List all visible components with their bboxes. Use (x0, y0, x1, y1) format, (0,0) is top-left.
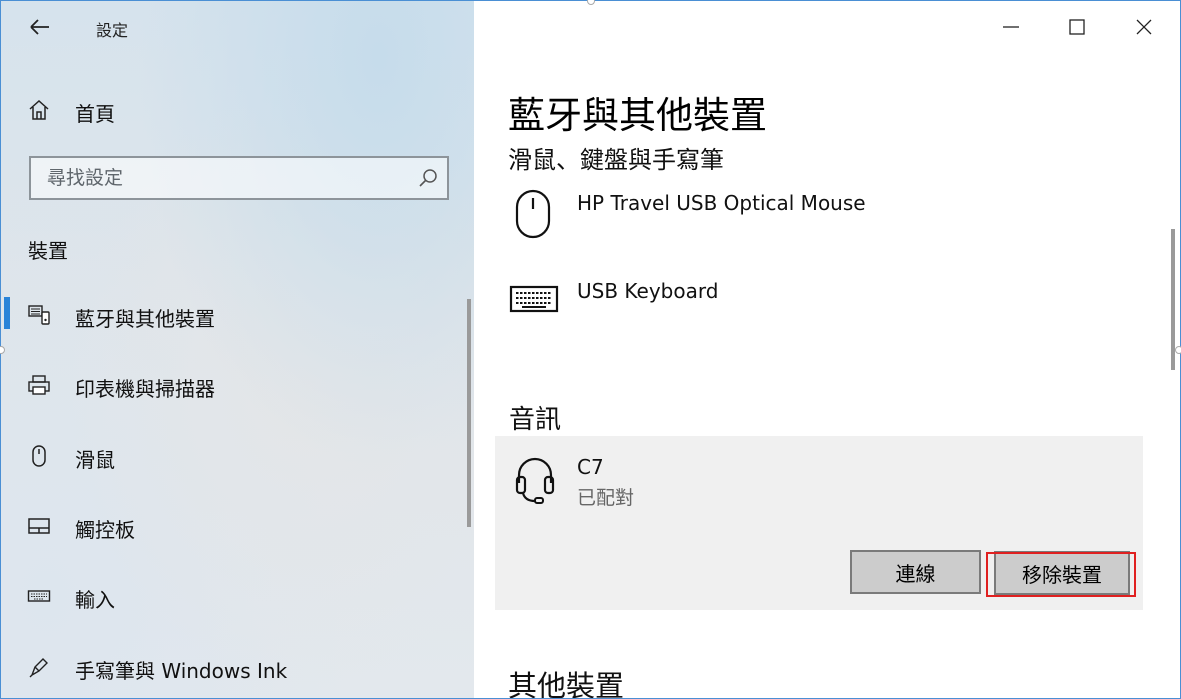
device-name: HP Travel USB Optical Mouse (577, 191, 866, 215)
maximize-button[interactable] (1059, 9, 1095, 45)
device-status: 已配對 (577, 487, 635, 509)
close-icon (1136, 19, 1152, 35)
sidebar-item-label: 藍牙與其他裝置 (75, 307, 215, 331)
pen-icon (29, 658, 48, 678)
sidebar-item-touchpad[interactable]: 觸控板 (1, 506, 471, 546)
remove-device-button[interactable]: 移除裝置 (994, 551, 1130, 595)
input-devices-heading: 滑鼠、鍵盤與手寫筆 (508, 146, 724, 174)
home-icon (29, 99, 49, 120)
sidebar-item-label: 輸入 (75, 588, 115, 612)
sidebar-item-label: 首頁 (75, 102, 115, 126)
search-input[interactable] (45, 164, 409, 192)
sidebar-item-home[interactable]: 首頁 (1, 90, 471, 130)
sidebar-item-pen[interactable]: 手寫筆與 Windows Ink (1, 647, 471, 687)
sidebar-item-label: 印表機與掃描器 (75, 377, 215, 401)
device-item-headset[interactable]: C7 已配對 (509, 453, 1129, 513)
search-box[interactable] (29, 156, 449, 200)
close-button[interactable] (1126, 9, 1162, 45)
settings-window: 設定 首頁 裝置 藍牙與其他裝置 (0, 0, 1181, 699)
search-icon[interactable] (417, 167, 439, 189)
device-item-keyboard[interactable]: USB Keyboard (509, 277, 1129, 337)
minimize-button[interactable] (993, 9, 1029, 45)
audio-heading: 音訊 (509, 405, 562, 435)
section-label-devices: 裝置 (28, 239, 68, 263)
minimize-icon (1003, 26, 1019, 28)
app-title: 設定 (96, 21, 129, 40)
sidebar-scrollbar[interactable] (467, 299, 471, 527)
keyboard-icon (27, 590, 51, 602)
headset-icon (515, 457, 555, 504)
maximize-icon (1069, 19, 1085, 35)
touchpad-icon (28, 518, 50, 534)
sidebar-item-label: 手寫筆與 Windows Ink (75, 659, 288, 683)
sidebar-item-typing[interactable]: 輸入 (1, 576, 471, 616)
frame-handle (1175, 346, 1181, 354)
back-arrow-icon (30, 19, 49, 35)
sidebar-item-printers[interactable]: 印表機與掃描器 (1, 365, 471, 405)
bluetooth-devices-icon (28, 305, 50, 325)
printer-icon (28, 375, 50, 395)
sidebar-item-label: 觸控板 (75, 518, 135, 542)
device-name: C7 (577, 455, 604, 479)
sidebar-item-bluetooth[interactable]: 藍牙與其他裝置 (1, 295, 471, 335)
device-item-mouse[interactable]: HP Travel USB Optical Mouse (509, 189, 1129, 249)
other-devices-heading: 其他裝置 (508, 669, 625, 699)
page-title: 藍牙與其他裝置 (508, 94, 767, 137)
keyboard-icon (509, 285, 559, 313)
mouse-icon (515, 189, 551, 239)
sidebar-item-label: 滑鼠 (75, 448, 115, 472)
sidebar-item-mouse[interactable]: 滑鼠 (1, 436, 471, 476)
sidebar: 設定 首頁 裝置 藍牙與其他裝置 (1, 1, 474, 698)
mouse-icon (32, 445, 46, 467)
back-button[interactable] (23, 11, 57, 43)
connect-button[interactable]: 連線 (850, 550, 981, 594)
device-name: USB Keyboard (577, 279, 719, 303)
